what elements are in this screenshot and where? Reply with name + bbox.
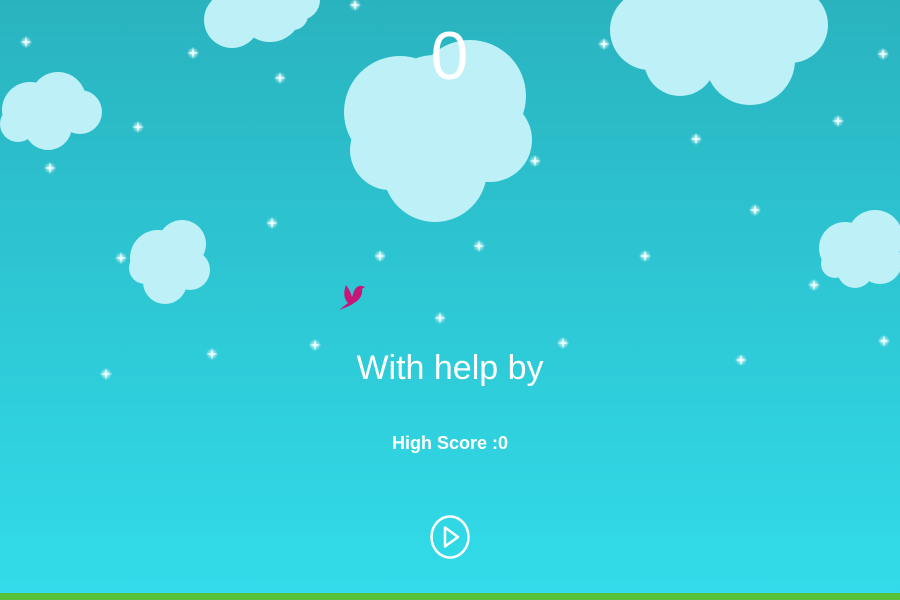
play-button[interactable]	[430, 515, 470, 559]
star-icon	[529, 155, 541, 167]
high-score-label: High Score :0	[391, 433, 509, 453]
ground-strip	[0, 593, 900, 600]
bird-icon[interactable]	[336, 279, 368, 313]
star-icon	[878, 335, 890, 347]
star-icon	[374, 250, 386, 262]
credits-caption: With help by	[356, 349, 544, 387]
star-icon	[434, 312, 446, 324]
game-screen[interactable]: 0 With help by High Score :0	[0, 0, 900, 600]
play-icon	[430, 515, 470, 559]
star-icon	[115, 252, 127, 264]
star-icon	[557, 337, 569, 349]
score-counter: 0	[430, 18, 470, 94]
star-icon	[690, 133, 702, 145]
star-icon	[473, 240, 485, 252]
star-icon	[132, 121, 144, 133]
star-icon	[832, 115, 844, 127]
star-icon	[639, 250, 651, 262]
star-icon	[44, 162, 56, 174]
star-icon	[749, 204, 761, 216]
star-icon	[808, 279, 820, 291]
star-icon	[266, 217, 278, 229]
